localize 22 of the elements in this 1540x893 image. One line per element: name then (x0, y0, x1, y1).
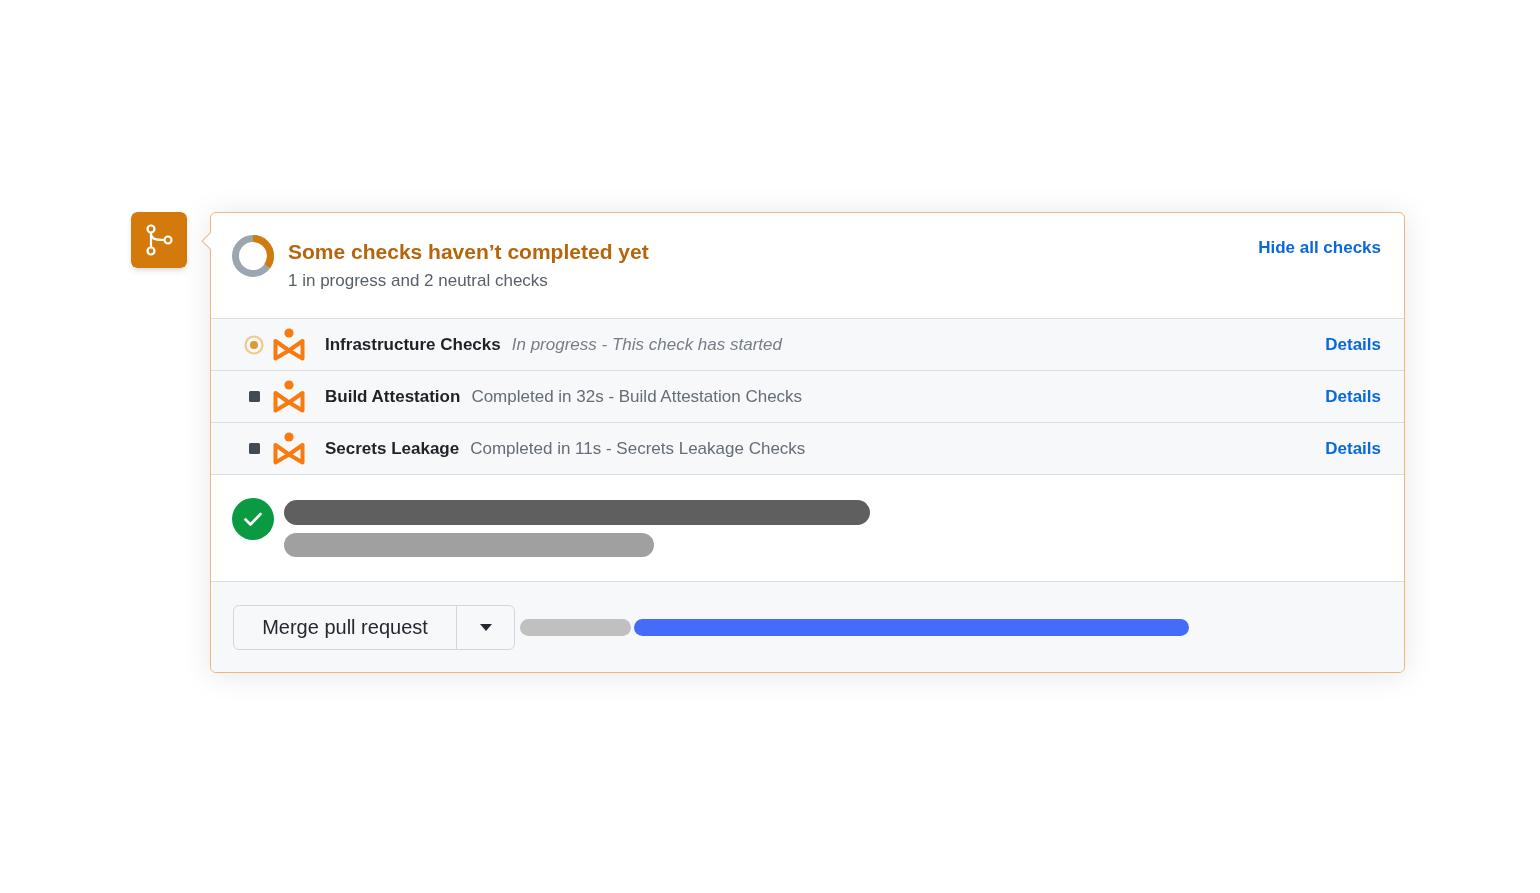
caret-icon (479, 623, 492, 631)
bowtie-logo-icon (272, 327, 306, 362)
branch-icon (131, 212, 187, 268)
details-link[interactable]: Details (1325, 435, 1381, 462)
details-link[interactable]: Details (1325, 331, 1381, 358)
details-link[interactable]: Details (1325, 383, 1381, 410)
check-name: Build Attestation (325, 385, 461, 408)
bowtie-logo-icon (272, 379, 306, 414)
check-name: Infrastructure Checks (325, 333, 501, 356)
check-name: Secrets Leakage (325, 437, 460, 460)
summary-subtitle: 1 in progress and 2 neutral checks (288, 270, 549, 292)
check-description: Completed in 32s - Build Attestation Checks (471, 385, 804, 408)
check-circle-icon (232, 498, 274, 540)
square-icon (248, 443, 260, 454)
check-description: Completed in 11s - Secrets Leakage Checks (470, 437, 807, 460)
summary-title: Some checks haven’t completed yet (288, 239, 650, 265)
square-icon (248, 391, 260, 402)
check-description: In progress - This check has started (511, 333, 784, 356)
bowtie-logo-icon (272, 431, 306, 466)
in-progress-dot-icon (244, 334, 264, 355)
donut-icon (232, 235, 274, 277)
hide-checks-link[interactable]: Hide all checks (1258, 236, 1381, 260)
